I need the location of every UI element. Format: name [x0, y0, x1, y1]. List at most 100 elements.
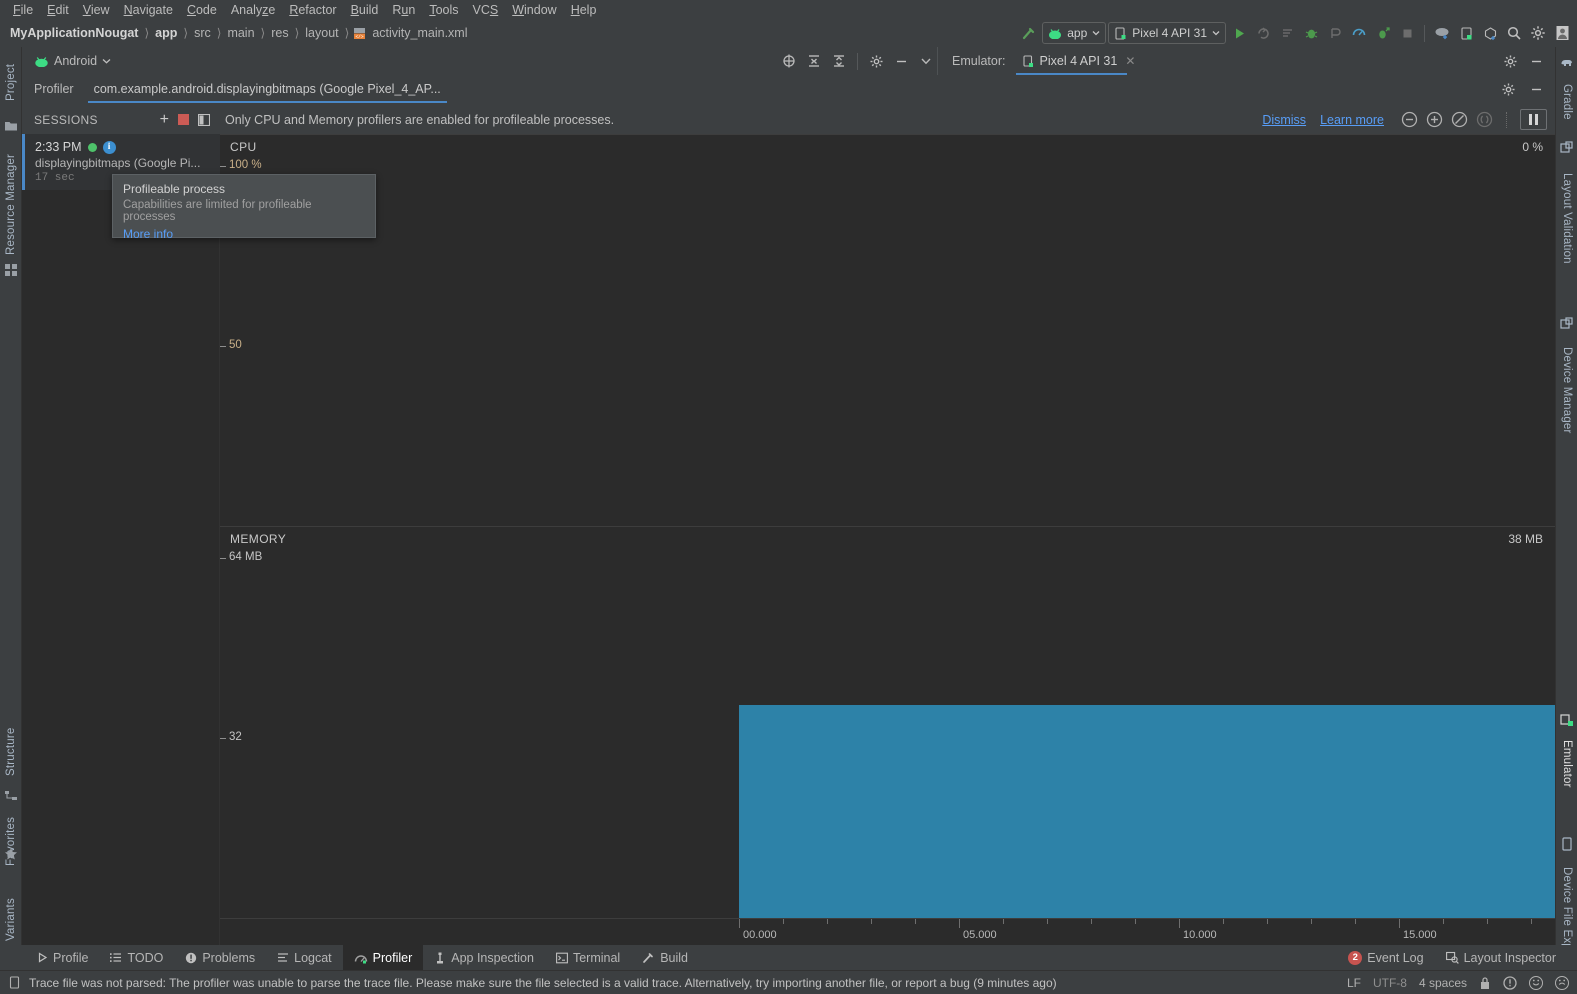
menu-item-vcs[interactable]: VCS [466, 2, 506, 18]
menu-item-edit[interactable]: Edit [40, 2, 76, 18]
settings-icon[interactable] [1497, 78, 1519, 100]
hammer-icon[interactable] [1018, 22, 1040, 44]
bottom-tab-terminal[interactable]: Terminal [545, 945, 631, 970]
smiley-icon[interactable] [1529, 975, 1543, 990]
bottom-tab-problems[interactable]: Problems [174, 945, 266, 970]
bottom-tab-logcat[interactable]: Logcat [266, 945, 343, 970]
sidebar-item-favorites[interactable]: Favorites [0, 807, 22, 875]
profiler-session-tab[interactable]: com.example.android.displayingbitmaps (G… [87, 75, 447, 103]
breadcrumb-project[interactable]: MyApplicationNougat [8, 26, 140, 40]
close-icon[interactable]: ✕ [1125, 54, 1135, 68]
tooltip-more-info-link[interactable]: More info [123, 227, 173, 241]
memory-chart-area[interactable] [220, 540, 1555, 918]
zoom-out-icon[interactable] [1400, 111, 1418, 129]
sidebar-item-resource-manager[interactable]: Resource Manager [0, 139, 22, 269]
line-separator-indicator[interactable]: LF [1347, 976, 1361, 990]
sync-gradle-icon[interactable] [1431, 22, 1453, 44]
settings-icon[interactable] [865, 50, 887, 72]
settings-icon[interactable] [1499, 50, 1521, 72]
breadcrumb-item-res[interactable]: res [269, 26, 290, 40]
toggle-sessions-panel-button[interactable] [198, 113, 210, 126]
lock-icon[interactable] [1479, 976, 1491, 990]
attach-debugger-icon[interactable] [1324, 22, 1346, 44]
sessions-actions: + [160, 111, 220, 127]
menu-item-navigate[interactable]: Navigate [117, 2, 180, 18]
menu-item-analyze[interactable]: Analyze [224, 2, 282, 18]
timeline-tick-minor [783, 919, 784, 924]
bottom-tab-app-inspection[interactable]: App Inspection [423, 945, 545, 970]
chevron-down-icon[interactable] [915, 50, 937, 72]
device-selector[interactable]: Pixel 4 API 31 [1108, 22, 1226, 44]
menu-item-window[interactable]: Window [505, 2, 563, 18]
run-configuration-selector[interactable]: app [1042, 22, 1107, 44]
sidebar-item-gradle[interactable]: Gradle [1556, 75, 1577, 129]
info-icon[interactable]: i [102, 140, 116, 154]
bottom-tab-build[interactable]: Build [631, 945, 699, 970]
encoding-indicator[interactable]: UTF-8 [1373, 976, 1407, 990]
account-icon[interactable] [1551, 22, 1573, 44]
breadcrumb-item-app[interactable]: app [153, 26, 179, 40]
minimize-icon[interactable] [1525, 50, 1547, 72]
reset-zoom-icon[interactable] [1450, 111, 1468, 129]
bottom-tab-todo[interactable]: TODO [99, 945, 174, 970]
bottom-tab-profile[interactable]: Profile [26, 945, 99, 970]
breadcrumb-item-src[interactable]: src [192, 26, 213, 40]
breadcrumb-separator: ⟩ [294, 26, 300, 40]
sidebar-item-emulator[interactable]: Emulator [1556, 731, 1577, 797]
apply-code-changes-icon[interactable] [1276, 22, 1298, 44]
breadcrumb-item-layout[interactable]: layout [303, 26, 340, 40]
menu-item-refactor[interactable]: Refactor [282, 2, 343, 18]
timeline-tick-minor [1223, 919, 1224, 924]
add-session-button[interactable]: + [160, 111, 169, 127]
menu-item-tools[interactable]: Tools [422, 2, 465, 18]
emulator-device-tab[interactable]: Pixel 4 API 31 ✕ [1015, 47, 1142, 75]
minimize-icon[interactable] [890, 50, 912, 72]
zoom-in-icon[interactable] [1425, 111, 1443, 129]
toolbar-divider [857, 52, 858, 70]
settings-icon[interactable] [1527, 22, 1549, 44]
collapse-all-icon[interactable] [828, 50, 850, 72]
sidebar-item-project[interactable]: Project [0, 53, 22, 111]
sdk-manager-icon[interactable] [1479, 22, 1501, 44]
avd-manager-icon[interactable] [1455, 22, 1477, 44]
dismiss-link[interactable]: Dismiss [1262, 113, 1306, 127]
breadcrumb-file[interactable]: activity_main.xml [370, 26, 469, 40]
frowny-icon[interactable] [1555, 975, 1569, 990]
sidebar-item-layout-validation[interactable]: Layout Validation [1556, 159, 1577, 277]
breadcrumb-item-main[interactable]: main [225, 26, 256, 40]
attach-live-icon[interactable] [1475, 111, 1493, 129]
sidebar-item-device-manager[interactable]: Device Manager [1556, 335, 1577, 445]
android-tool-window-title[interactable]: Android [22, 54, 111, 68]
sidebar-item-structure[interactable]: Structure [0, 715, 22, 789]
menu-item-file[interactable]: File [6, 2, 40, 18]
menu-item-run[interactable]: Run [385, 2, 422, 18]
profile-icon[interactable] [1348, 22, 1370, 44]
apply-changes-icon[interactable] [1252, 22, 1274, 44]
indent-indicator[interactable]: 4 spaces [1419, 976, 1467, 990]
menu-item-code[interactable]: Code [180, 2, 224, 18]
run-icon[interactable] [1228, 22, 1250, 44]
pause-live-button[interactable] [1520, 109, 1547, 130]
learn-more-link[interactable]: Learn more [1320, 113, 1384, 127]
menu-item-help[interactable]: Help [564, 2, 604, 18]
expand-all-icon[interactable] [803, 50, 825, 72]
bottom-tab-event-log[interactable]: 2 Event Log [1337, 945, 1434, 970]
bottom-tab-layout-inspector[interactable]: Layout Inspector [1435, 945, 1567, 970]
stop-icon[interactable] [1396, 22, 1418, 44]
menu-item-build[interactable]: Build [344, 2, 386, 18]
bottom-tab-profiler[interactable]: Profiler [342, 945, 424, 970]
layout-inspector-target-icon[interactable] [778, 50, 800, 72]
event-log-badge: 2 [1348, 950, 1363, 965]
status-message[interactable]: Trace file was not parsed: The profiler … [29, 976, 1057, 990]
menu-item-view[interactable]: View [76, 2, 117, 18]
stop-session-button[interactable] [178, 114, 189, 125]
profile-debug-icon[interactable] [1372, 22, 1394, 44]
search-icon[interactable] [1503, 22, 1525, 44]
bottom-tab-label: Profile [53, 950, 89, 965]
status-notification-icon[interactable] [8, 976, 21, 989]
cpu-chart-area[interactable] [220, 148, 1555, 526]
debug-icon[interactable] [1300, 22, 1322, 44]
minimize-icon[interactable] [1525, 78, 1547, 100]
inspection-icon[interactable] [1503, 975, 1517, 990]
android-tool-window-label: Android [54, 54, 98, 68]
